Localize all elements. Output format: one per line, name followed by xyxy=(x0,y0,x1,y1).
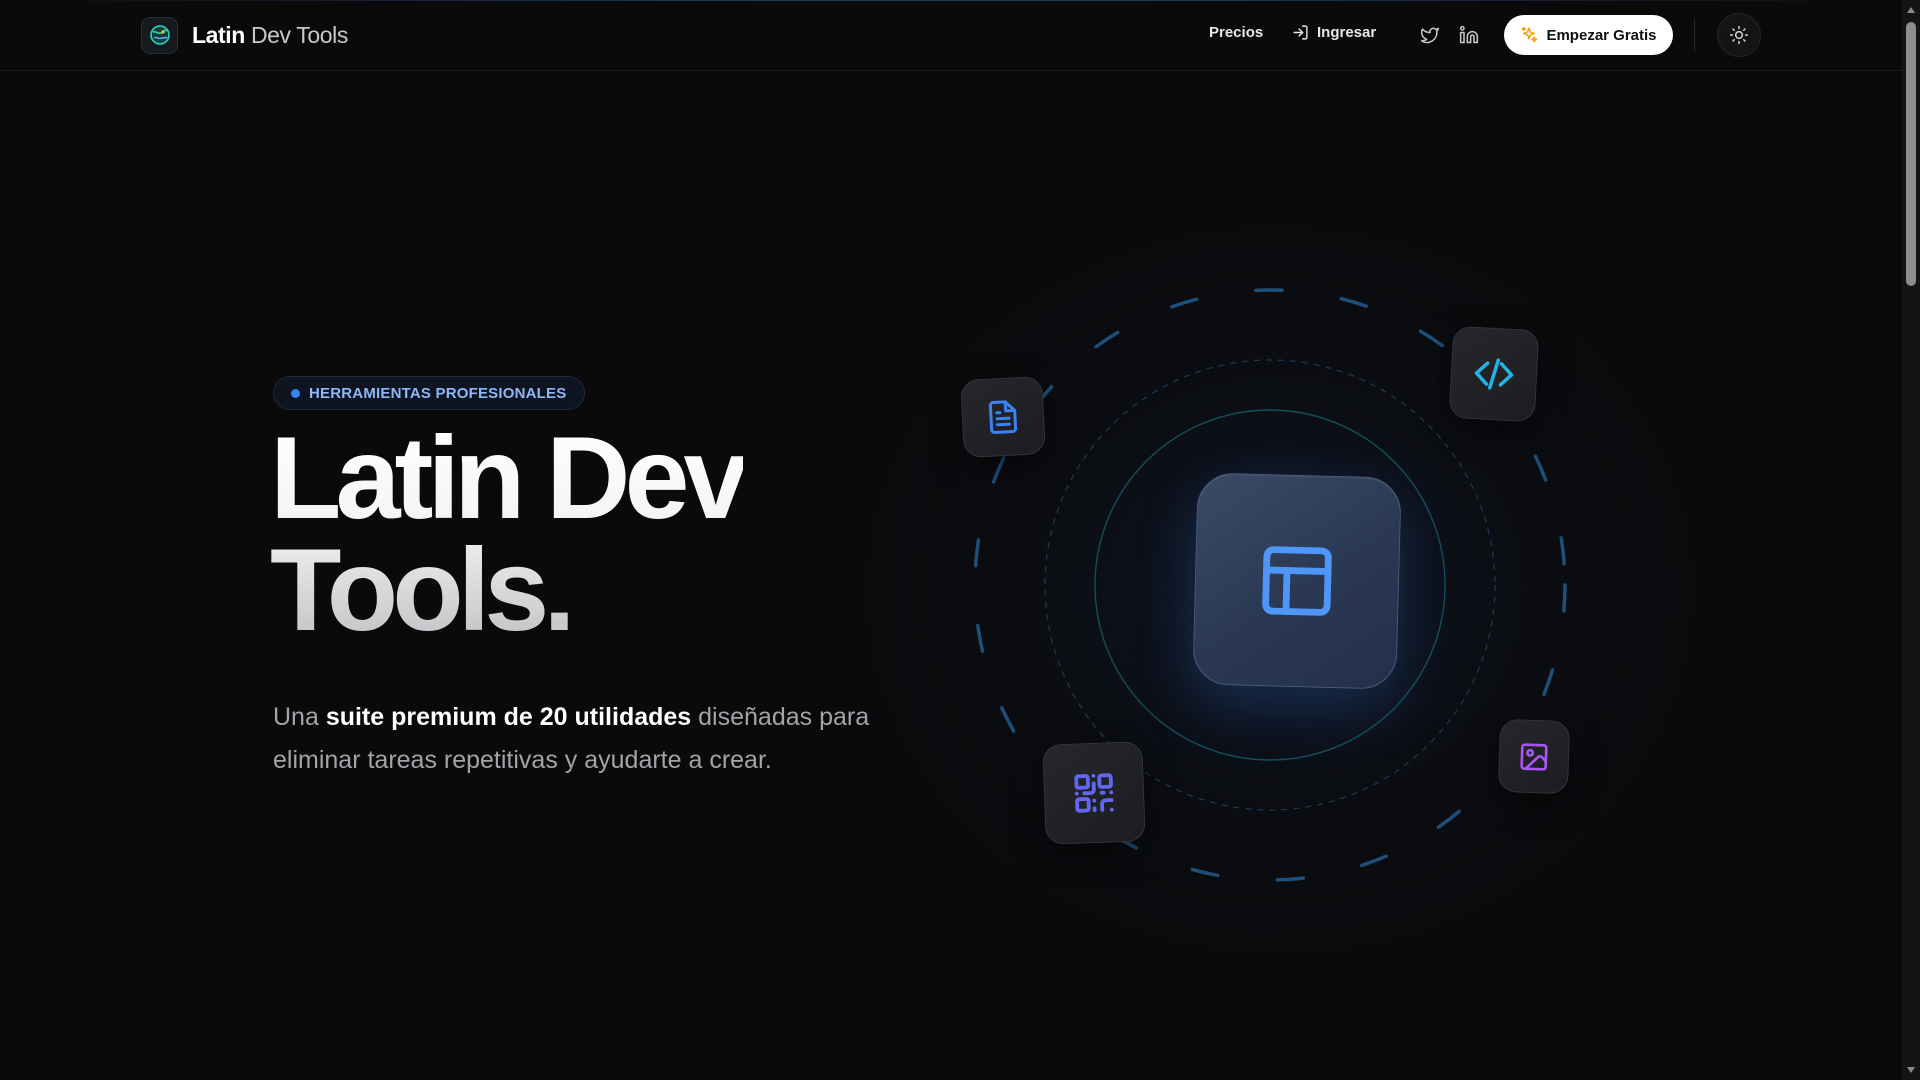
document-tool-tile xyxy=(960,375,1046,459)
center-tool-tile xyxy=(1192,472,1402,690)
nav-link-ingresar-label: Ingresar xyxy=(1317,24,1377,41)
hero-badge: HERRAMIENTAS PROFESIONALES xyxy=(273,376,586,410)
layout-icon xyxy=(1262,546,1332,616)
header-accent-line xyxy=(0,0,1902,1)
document-icon xyxy=(988,400,1018,434)
brand-name: Latin Dev Tools xyxy=(192,22,348,49)
scroll-thumb[interactable] xyxy=(1906,22,1916,286)
code-tool-tile xyxy=(1448,325,1540,423)
linkedin-icon xyxy=(1459,25,1479,44)
empezar-gratis-label: Empezar Gratis xyxy=(1546,26,1657,44)
twitter-icon xyxy=(1420,27,1440,44)
nav-link-ingresar[interactable]: Ingresar xyxy=(1292,24,1376,41)
brand-home-link[interactable]: Latin Dev Tools xyxy=(141,16,348,54)
nav-link-precios-label: Precios xyxy=(1209,24,1264,41)
hero-title: Latin Dev Tools. xyxy=(270,422,743,646)
page-scrollbar[interactable] xyxy=(1902,0,1920,1080)
empezar-gratis-button[interactable]: Empezar Gratis xyxy=(1504,15,1673,55)
sparkles-icon xyxy=(1521,26,1538,43)
scroll-up-arrow[interactable] xyxy=(1907,7,1915,13)
hero-title-line2: Tools. xyxy=(270,524,570,655)
globe-logo-icon xyxy=(141,16,178,54)
top-navbar: LatinDev Tools Precios Ingresar Empezar xyxy=(0,0,1902,71)
brand-name-light: Dev Tools xyxy=(250,21,348,48)
hero-description-bold: suite premium de 20 utilidades xyxy=(325,703,692,731)
twitter-link[interactable] xyxy=(1419,24,1441,46)
image-icon xyxy=(1520,742,1548,771)
login-icon xyxy=(1293,25,1308,40)
image-tool-tile xyxy=(1497,718,1571,795)
hero-description-part1: Una xyxy=(273,703,326,731)
sun-icon xyxy=(1729,25,1749,45)
linkedin-link[interactable] xyxy=(1458,24,1480,46)
qr-tool-tile xyxy=(1042,741,1146,845)
header-divider xyxy=(1694,19,1695,51)
badge-dot xyxy=(291,388,300,398)
code-icon xyxy=(1474,358,1514,390)
scroll-down-arrow[interactable] xyxy=(1907,1067,1915,1073)
brand-name-strong: Latin xyxy=(192,21,245,48)
qr-code-icon xyxy=(1074,773,1114,813)
nav-link-precios[interactable]: Precios xyxy=(1209,24,1263,41)
hero-badge-label: HERRAMIENTAS PROFESIONALES xyxy=(309,384,567,402)
hero-title-line1: Latin Dev xyxy=(270,412,743,543)
theme-toggle-button[interactable] xyxy=(1717,13,1761,57)
